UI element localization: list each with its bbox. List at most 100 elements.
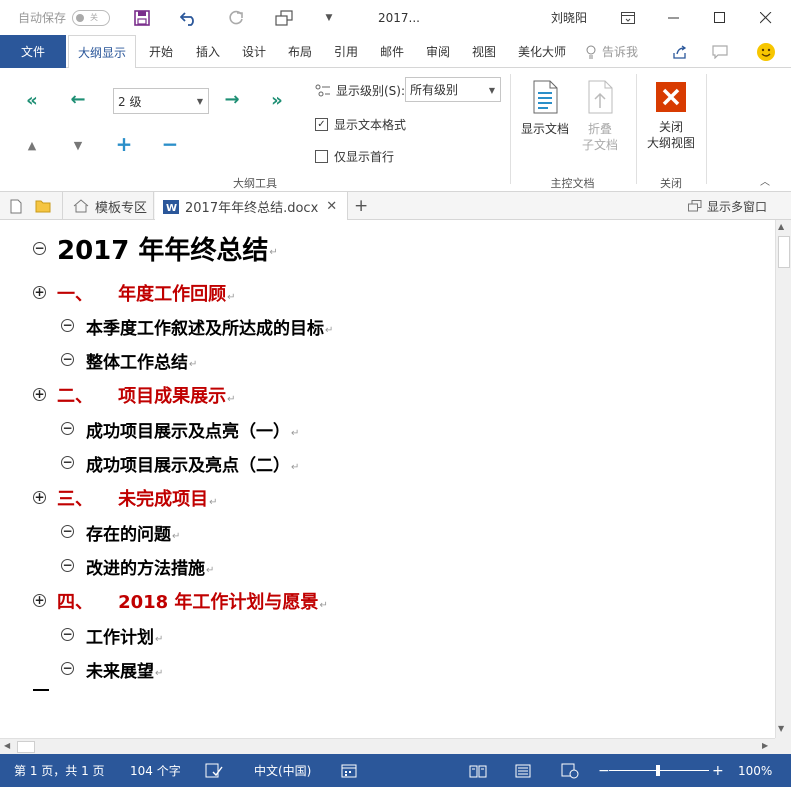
outline-item[interactable]: 三、 未完成项目 ↵ [57,485,217,511]
zoom-slider-thumb[interactable] [656,765,660,776]
tab-file[interactable]: 文件 [0,35,66,68]
promote-icon[interactable]: ← [63,89,93,110]
maximize-icon[interactable] [697,0,743,35]
user-name[interactable]: 刘晓阳 [551,0,587,35]
show-text-format-checkbox[interactable]: ✓ 显示文本格式 [315,116,406,133]
collapse-subdocuments-button[interactable]: 折叠 子文档 [578,80,622,153]
expand-heading-icon[interactable]: + [33,388,46,401]
tab-home[interactable]: 开始 [141,35,181,68]
new-document-icon[interactable] [10,192,22,220]
tab-view[interactable]: 视图 [464,35,504,68]
autosave-toggle[interactable]: 自动保存 关 [18,0,111,35]
tab-current-document[interactable]: W 2017年年终总结.docx ✕ [155,192,348,221]
close-outline-view-button[interactable]: 关闭 大纲视图 [643,82,699,151]
outline-item[interactable]: 成功项目展示及亮点（二） ↵ [86,451,299,476]
outline-level-select[interactable]: 2 级 ▼ [113,88,209,114]
horizontal-scroll-thumb[interactable] [17,741,35,753]
tab-design[interactable]: 设计 [234,35,274,68]
zoom-in-icon[interactable]: + [712,754,724,787]
collapse-heading-icon[interactable]: − [61,422,74,435]
scroll-up-icon[interactable]: ▲ [778,222,784,231]
scroll-down-icon[interactable]: ▼ [778,724,784,733]
expand-heading-icon[interactable]: + [33,286,46,299]
collapse-icon[interactable]: − [160,132,180,156]
show-multi-window-button[interactable]: 显示多窗口 [688,192,767,220]
outline-item-text: 二、 项目成果展示 [57,386,227,408]
demote-icon[interactable]: → [217,89,247,110]
collapse-heading-icon[interactable]: − [61,559,74,572]
outline-item[interactable]: 成功项目展示及点亮（一） ↵ [86,417,299,442]
outline-item[interactable]: 整体工作总结 ↵ [86,348,197,373]
horizontal-scrollbar[interactable]: ◀ ▶ [0,738,775,754]
zoom-level[interactable]: 100% [738,754,772,787]
word-count[interactable]: 104 个字 [130,754,181,787]
outline-item[interactable]: 工作计划 ↵ [86,623,163,648]
language-indicator[interactable]: 中文(中国) [254,754,311,787]
expand-heading-icon[interactable]: + [33,491,46,504]
macro-icon[interactable] [341,754,357,787]
show-first-line-checkbox[interactable]: 仅显示首行 [315,148,394,165]
read-mode-icon[interactable] [469,754,487,787]
smiley-icon[interactable] [752,35,780,68]
save-icon[interactable] [129,0,155,35]
show-level-select[interactable]: 所有级别 ▼ [405,77,501,102]
collapse-heading-icon[interactable]: − [33,242,46,255]
outline-item[interactable]: 一、 年度工作回顾 ↵ [57,280,235,306]
promote-to-heading1-icon[interactable]: « [17,90,47,111]
page-count[interactable]: 第 1 页，共 1 页 [14,754,105,787]
collapse-heading-icon[interactable]: − [61,456,74,469]
proofing-icon[interactable] [205,754,223,787]
vertical-scroll-thumb[interactable] [778,236,790,268]
tab-template-zone[interactable]: 模板专区 [62,192,154,220]
tab-insert[interactable]: 插入 [188,35,228,68]
outline-item[interactable]: 四、 2018 年工作计划与愿景 ↵ [57,588,328,614]
close-tab-icon[interactable]: ✕ [326,199,337,214]
tab-outline[interactable]: 大纲显示 [68,35,136,69]
collapse-heading-icon[interactable]: − [61,353,74,366]
scroll-right-icon[interactable]: ▶ [762,741,768,750]
vertical-scrollbar[interactable]: ▲ ▼ [775,220,791,738]
minimize-icon[interactable] [651,0,697,35]
collapse-heading-icon[interactable]: − [61,525,74,538]
collapse-heading-icon[interactable]: − [61,319,74,332]
tab-references[interactable]: 引用 [326,35,366,68]
tab-beautify[interactable]: 美化大师 [512,35,572,68]
move-up-icon[interactable]: ▲ [22,139,42,152]
ribbon-display-icon[interactable] [605,0,651,35]
group-outline-tools: 大纲工具 [233,177,277,190]
undo-icon[interactable] [176,0,202,35]
customize-toolbar-icon[interactable]: ▼ [316,0,342,35]
open-folder-icon[interactable] [35,192,51,220]
tab-review[interactable]: 审阅 [418,35,458,68]
window-mode-icon[interactable] [271,0,297,35]
print-layout-icon[interactable] [515,754,531,787]
move-down-icon[interactable]: ▼ [68,139,88,152]
autosave-switch[interactable]: 关 [72,9,111,26]
outline-item[interactable]: 本季度工作叙述及所达成的目标 ↵ [86,314,333,339]
show-document-button[interactable]: 显示文档 [518,80,572,137]
zoom-slider[interactable] [609,754,709,787]
zoom-out-icon[interactable]: − [598,754,610,787]
expand-heading-icon[interactable]: + [33,594,46,607]
scroll-left-icon[interactable]: ◀ [4,741,10,750]
outline-item[interactable]: 存在的问题 ↵ [86,520,180,545]
outline-item[interactable]: 未来展望 ↵ [86,657,163,682]
outline-item[interactable]: 二、 项目成果展示 ↵ [57,382,235,408]
outline-item[interactable]: 改进的方法措施 ↵ [86,554,214,579]
close-icon[interactable] [743,0,789,35]
web-layout-icon[interactable] [561,754,579,787]
tab-layout[interactable]: 布局 [280,35,320,68]
tab-mailings[interactable]: 邮件 [372,35,412,68]
collapse-heading-icon[interactable]: − [61,662,74,675]
outline-item[interactable]: 2017 年年终总结 ↵ [57,230,278,267]
collapse-ribbon-icon[interactable]: ︿ [760,173,770,188]
expand-icon[interactable]: + [114,132,134,156]
demote-to-body-icon[interactable]: » [262,90,292,111]
comments-icon[interactable] [706,35,734,68]
tell-me-box[interactable]: 告诉我 [585,35,638,68]
redo-icon[interactable] [223,0,249,35]
add-tab-icon[interactable]: + [354,192,368,220]
collapse-heading-icon[interactable]: − [61,628,74,641]
document-area[interactable]: −2017 年年终总结 ↵ + 一、 年度工作回顾 ↵ − 本季度工作叙述及所达成的目标 ↵ −… [0,220,775,738]
share-icon[interactable] [666,35,694,68]
